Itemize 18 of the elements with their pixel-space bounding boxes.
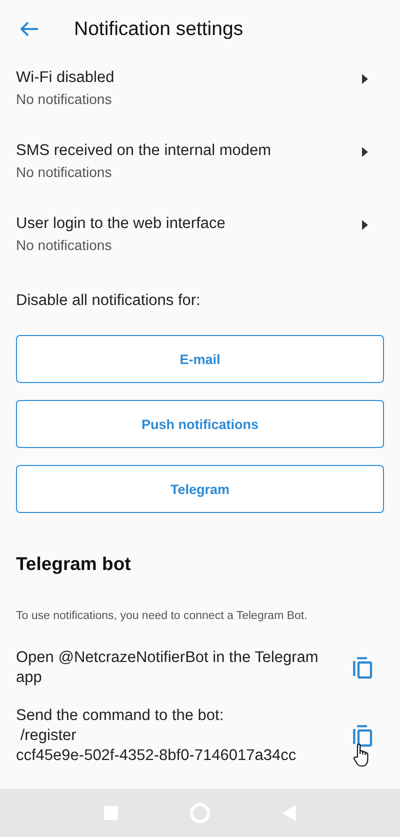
step-text: Send the command to the bot: /register ccf45e9e-502f-4352-8bf0-7146017a34cc	[16, 706, 298, 766]
step-text: Open @NetcrazeNotifierBot in the Telegram app	[16, 648, 320, 688]
event-setting-item[interactable]: Wi-Fi disabled No notifications	[0, 58, 400, 131]
chevron-right-icon	[362, 74, 368, 84]
event-setting-item[interactable]: SMS received on the internal modem No notifications	[0, 131, 400, 204]
copy-icon[interactable]	[353, 657, 373, 679]
hint-text: To use notifications, you need to connect a Telegram Bot.	[15, 609, 308, 622]
section-label: Disable all notifications for:	[15, 291, 202, 311]
event-setting-item[interactable]: User login to the web interface No notifications	[0, 204, 400, 277]
chevron-right-icon	[362, 220, 368, 230]
chevron-right-icon	[362, 147, 368, 157]
disable-channel-button[interactable]: Push notifications	[16, 400, 384, 448]
section-heading: Telegram bot	[15, 552, 132, 575]
disable-channel-button[interactable]: Telegram	[16, 465, 384, 513]
copy-icon[interactable]	[353, 725, 373, 747]
page-title: Notification settings	[74, 18, 244, 40]
back-icon[interactable]	[19, 21, 39, 37]
disable-channel-button[interactable]: E-mail	[16, 335, 384, 383]
